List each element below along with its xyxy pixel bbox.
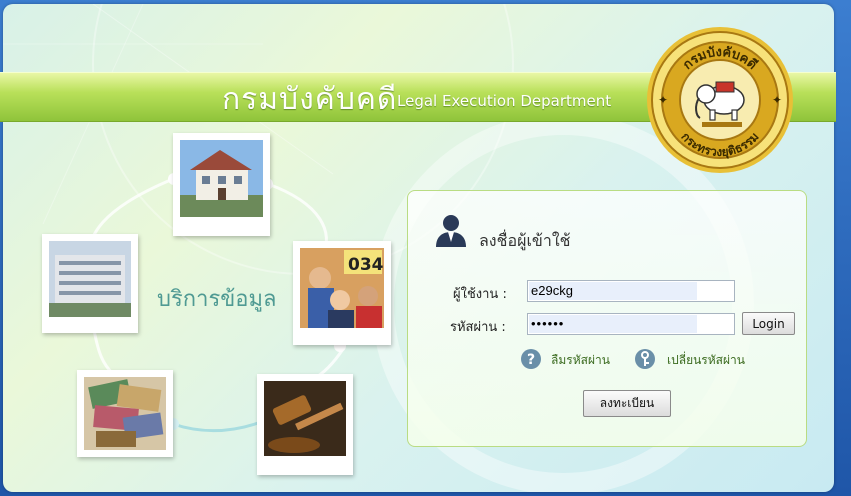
house-photo <box>173 133 270 236</box>
register-button[interactable]: ลงทะเบียน <box>583 390 671 417</box>
svg-text:✦: ✦ <box>658 93 668 107</box>
department-seal-logo: กรมบังคับคดี กระทรวงยุติธรรม ✦ ✦ <box>647 27 793 173</box>
change-password-link[interactable]: เปลี่ยนรหัสผ่าน <box>667 351 745 370</box>
password-value: •••••• <box>531 316 565 331</box>
svg-text:✦: ✦ <box>772 93 782 107</box>
information-services-label: บริการข้อมูล <box>157 287 277 312</box>
help-question-icon[interactable]: ? <box>520 348 542 370</box>
crowd-photo: 034 <box>293 241 391 345</box>
department-title-english: Legal Execution Department <box>397 92 612 110</box>
password-field[interactable]: •••••• <box>527 313 735 335</box>
svg-text:034: 034 <box>348 255 384 275</box>
department-title-thai: กรมบังคับคดี <box>222 82 398 117</box>
username-label: ผู้ใช้งาน : <box>453 287 507 302</box>
username-value: e29ckg <box>531 283 573 298</box>
user-icon <box>436 215 466 247</box>
money-photo <box>77 370 173 457</box>
svg-text:?: ? <box>527 352 535 368</box>
login-heading: ลงชื่อผู้เข้าใช้ <box>479 231 571 250</box>
username-field[interactable]: e29ckg <box>527 280 735 302</box>
gavel-photo <box>257 374 353 475</box>
login-button[interactable]: Login <box>742 312 795 335</box>
forgot-password-link[interactable]: ลืมรหัสผ่าน <box>551 351 610 370</box>
key-icon[interactable] <box>634 348 656 370</box>
password-label: รหัสผ่าน : <box>450 320 506 335</box>
building-photo <box>42 234 138 333</box>
